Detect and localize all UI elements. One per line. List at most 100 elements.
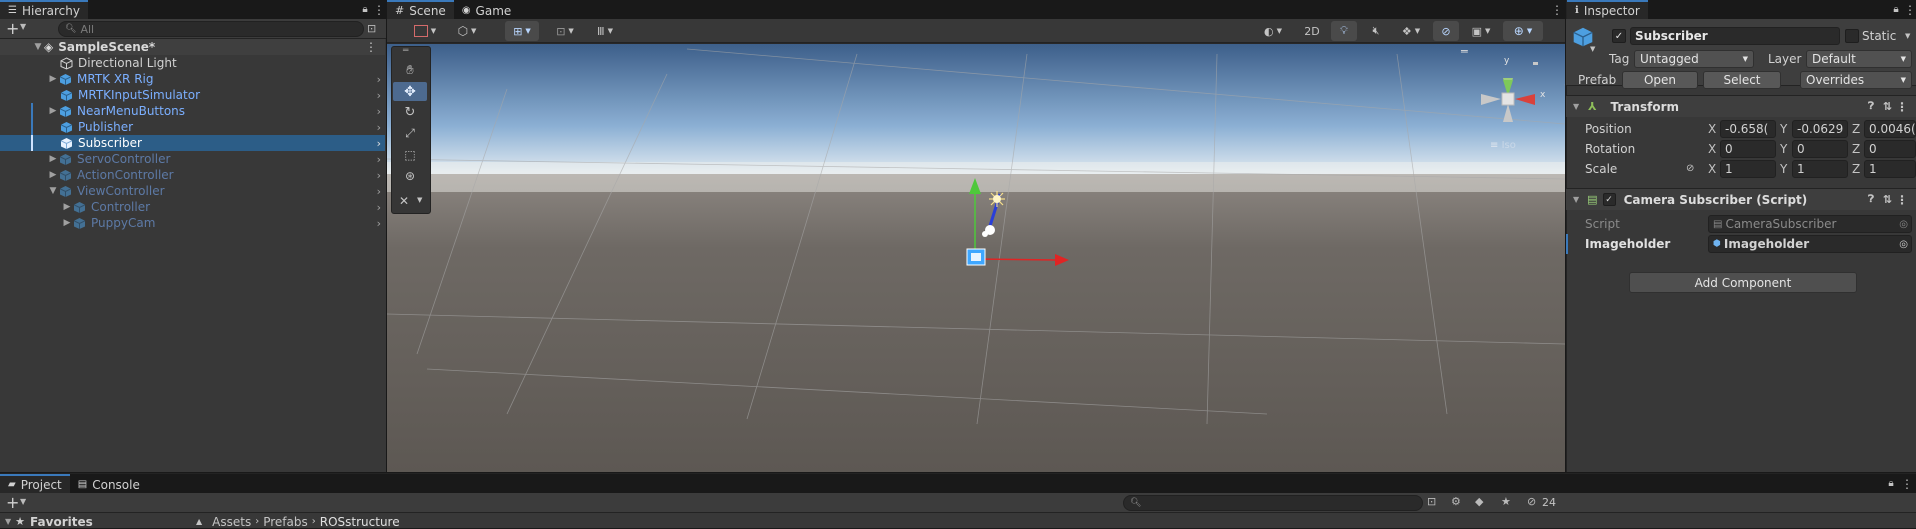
- rotate-tool[interactable]: ↻: [393, 103, 427, 122]
- hierarchy-item[interactable]: ▶ ActionController ›: [0, 167, 385, 183]
- tab-console[interactable]: ▤ Console: [69, 474, 148, 493]
- lock-icon[interactable]: 🔒︎: [1889, 4, 1903, 15]
- object-picker-icon[interactable]: ◎: [1899, 219, 1908, 230]
- icon-dropdown-arrow-icon[interactable]: ▼: [1590, 45, 1595, 53]
- rect-tool[interactable]: ⬚: [393, 145, 427, 164]
- lighting-dropdown[interactable]: ◐ ▼: [1255, 21, 1291, 41]
- position-z-field[interactable]: 0.0046(: [1864, 120, 1916, 138]
- search-by-type-icon[interactable]: ⊡: [367, 22, 376, 35]
- component-menu-icon[interactable]: ⋮: [1896, 193, 1908, 207]
- fold-arrow-icon[interactable]: ▶: [47, 74, 59, 84]
- fold-arrow-icon[interactable]: ▶: [61, 218, 73, 228]
- fold-arrow-icon[interactable]: ▶: [47, 170, 59, 180]
- tab-game[interactable]: ◉ Game: [453, 0, 520, 19]
- snap-increment-dropdown[interactable]: ⊡ ▼: [547, 21, 583, 41]
- static-dropdown-icon[interactable]: ▼: [1905, 32, 1910, 40]
- more-menu-icon[interactable]: ⋮: [1903, 3, 1916, 17]
- lock-icon[interactable]: 🔒︎: [358, 4, 372, 15]
- fold-arrow-icon[interactable]: ▶: [61, 202, 73, 212]
- scroll-up-icon[interactable]: ▲: [196, 517, 202, 526]
- tab-project[interactable]: ▰ Project: [0, 474, 70, 493]
- lock-icon[interactable]: 🔒︎: [1884, 478, 1898, 489]
- help-icon[interactable]: ❓︎: [1868, 101, 1874, 112]
- custom-tool[interactable]: ✕: [393, 191, 415, 210]
- audio-toggle[interactable]: 🔇︎: [1363, 21, 1389, 41]
- hierarchy-item[interactable]: ▶ Controller ›: [0, 199, 385, 215]
- scale-y-field[interactable]: 1: [1792, 160, 1848, 178]
- add-icon[interactable]: +: [6, 19, 19, 38]
- transform-header[interactable]: ▼ ⅄ Transform ❓︎ ⇅ ⋮: [1566, 95, 1916, 117]
- favorite-star-icon[interactable]: ★: [1501, 495, 1511, 508]
- preset-icon[interactable]: ⇅: [1883, 100, 1892, 113]
- draw-mode-dropdown[interactable]: ▼: [407, 21, 443, 41]
- more-menu-icon[interactable]: ⋮: [1549, 3, 1565, 17]
- hidden-packages-icon[interactable]: ⊘: [1527, 495, 1536, 508]
- chevron-right-icon[interactable]: ›: [377, 201, 381, 214]
- more-menu-icon[interactable]: ⋮: [372, 3, 386, 17]
- component-enabled-checkbox[interactable]: ✓: [1602, 193, 1616, 206]
- scene-viewport[interactable]: y x ≡ Iso ═: [387, 44, 1565, 472]
- more-menu-icon[interactable]: ⋮: [1898, 477, 1916, 491]
- preset-icon[interactable]: ⇅: [1883, 193, 1892, 206]
- render-mode-dropdown[interactable]: ⬡ ▼: [449, 21, 485, 41]
- component-menu-icon[interactable]: ⋮: [1896, 100, 1908, 114]
- dropdown-arrow-icon[interactable]: ▼: [20, 22, 26, 31]
- active-checkbox[interactable]: ✓: [1612, 29, 1626, 43]
- hierarchy-item-selected[interactable]: Subscriber ›: [0, 135, 385, 151]
- breadcrumb-prefabs[interactable]: Prefabs: [263, 515, 308, 529]
- scene-menu-icon[interactable]: ⋮: [365, 40, 377, 54]
- effects-dropdown[interactable]: ❖ ▼: [1393, 21, 1429, 41]
- move-tool[interactable]: ✥: [393, 82, 427, 101]
- favorites-row[interactable]: ▼ ★ Favorites: [0, 514, 190, 529]
- dropdown-arrow-icon[interactable]: ▼: [20, 497, 26, 506]
- prefab-open-button[interactable]: Open: [1622, 71, 1698, 89]
- hierarchy-item[interactable]: ▶ ServoController ›: [0, 151, 385, 167]
- hand-tool[interactable]: ✋︎: [393, 61, 427, 80]
- filter-by-type-icon[interactable]: ⚙︎: [1451, 495, 1461, 508]
- hierarchy-item[interactable]: ▶ MRTK XR Rig ›: [0, 71, 385, 87]
- fold-arrow-icon[interactable]: ▼: [1573, 195, 1579, 204]
- chevron-right-icon[interactable]: ›: [377, 121, 381, 134]
- tab-hierarchy[interactable]: ☰ Hierarchy: [0, 0, 88, 19]
- position-x-field[interactable]: -0.658(: [1720, 120, 1776, 138]
- chevron-right-icon[interactable]: ›: [377, 89, 381, 102]
- hierarchy-item[interactable]: ▶ NearMenuButtons ›: [0, 103, 385, 119]
- hierarchy-item[interactable]: Publisher ›: [0, 119, 385, 135]
- toggle-2d-button[interactable]: 2D: [1297, 21, 1327, 41]
- project-search-input[interactable]: 🔍︎: [1123, 495, 1423, 511]
- rotation-x-field[interactable]: 0: [1720, 140, 1776, 158]
- rotation-y-field[interactable]: 0: [1792, 140, 1848, 158]
- chevron-right-icon[interactable]: ›: [377, 169, 381, 182]
- search-scope-icon[interactable]: ⊡: [1427, 495, 1436, 508]
- chevron-right-icon[interactable]: ›: [377, 73, 381, 86]
- hierarchy-item[interactable]: Directional Light: [0, 55, 385, 71]
- grid-snap-toggle[interactable]: ⊞ ▼: [505, 21, 539, 41]
- scene-row[interactable]: ▼ ◈ SampleScene* ⋮: [0, 39, 385, 55]
- chevron-right-icon[interactable]: ›: [377, 105, 381, 118]
- overlay-menu-icon[interactable]: ═: [1461, 45, 1468, 58]
- hierarchy-item[interactable]: MRTKInputSimulator ›: [0, 87, 385, 103]
- tools-drag-handle[interactable]: ═: [403, 46, 408, 56]
- dropdown-arrow-icon[interactable]: ▼: [417, 196, 422, 204]
- hierarchy-search-input[interactable]: 🔍︎ All: [58, 21, 364, 37]
- imageholder-object-field[interactable]: ⬢ Imageholder ◎: [1708, 235, 1912, 253]
- fold-arrow-icon[interactable]: ▼: [32, 42, 44, 52]
- position-y-field[interactable]: -0.0629: [1792, 120, 1848, 138]
- rotation-z-field[interactable]: 0: [1864, 140, 1916, 158]
- hierarchy-item[interactable]: ▼ ViewController ›: [0, 183, 385, 199]
- breadcrumb-assets[interactable]: Assets: [212, 515, 251, 529]
- transform-tool[interactable]: ⊛: [393, 166, 427, 185]
- fold-arrow-icon[interactable]: ▼: [47, 186, 59, 196]
- fold-arrow-icon[interactable]: ▼: [5, 517, 11, 526]
- prefab-select-button[interactable]: Select: [1703, 71, 1781, 89]
- scale-x-field[interactable]: 1: [1720, 160, 1776, 178]
- chevron-right-icon[interactable]: ›: [377, 217, 381, 230]
- chevron-right-icon[interactable]: ›: [377, 185, 381, 198]
- tab-inspector[interactable]: ℹ Inspector: [1567, 0, 1648, 19]
- tab-scene[interactable]: # Scene: [387, 0, 454, 19]
- prefab-overrides-dropdown[interactable]: Overrides ▼: [1800, 71, 1912, 89]
- chevron-right-icon[interactable]: ›: [377, 153, 381, 166]
- gizmos-dropdown[interactable]: ⊕ ▼: [1503, 21, 1543, 41]
- help-icon[interactable]: ❓︎: [1868, 194, 1874, 205]
- filter-by-label-icon[interactable]: ◆: [1475, 495, 1483, 508]
